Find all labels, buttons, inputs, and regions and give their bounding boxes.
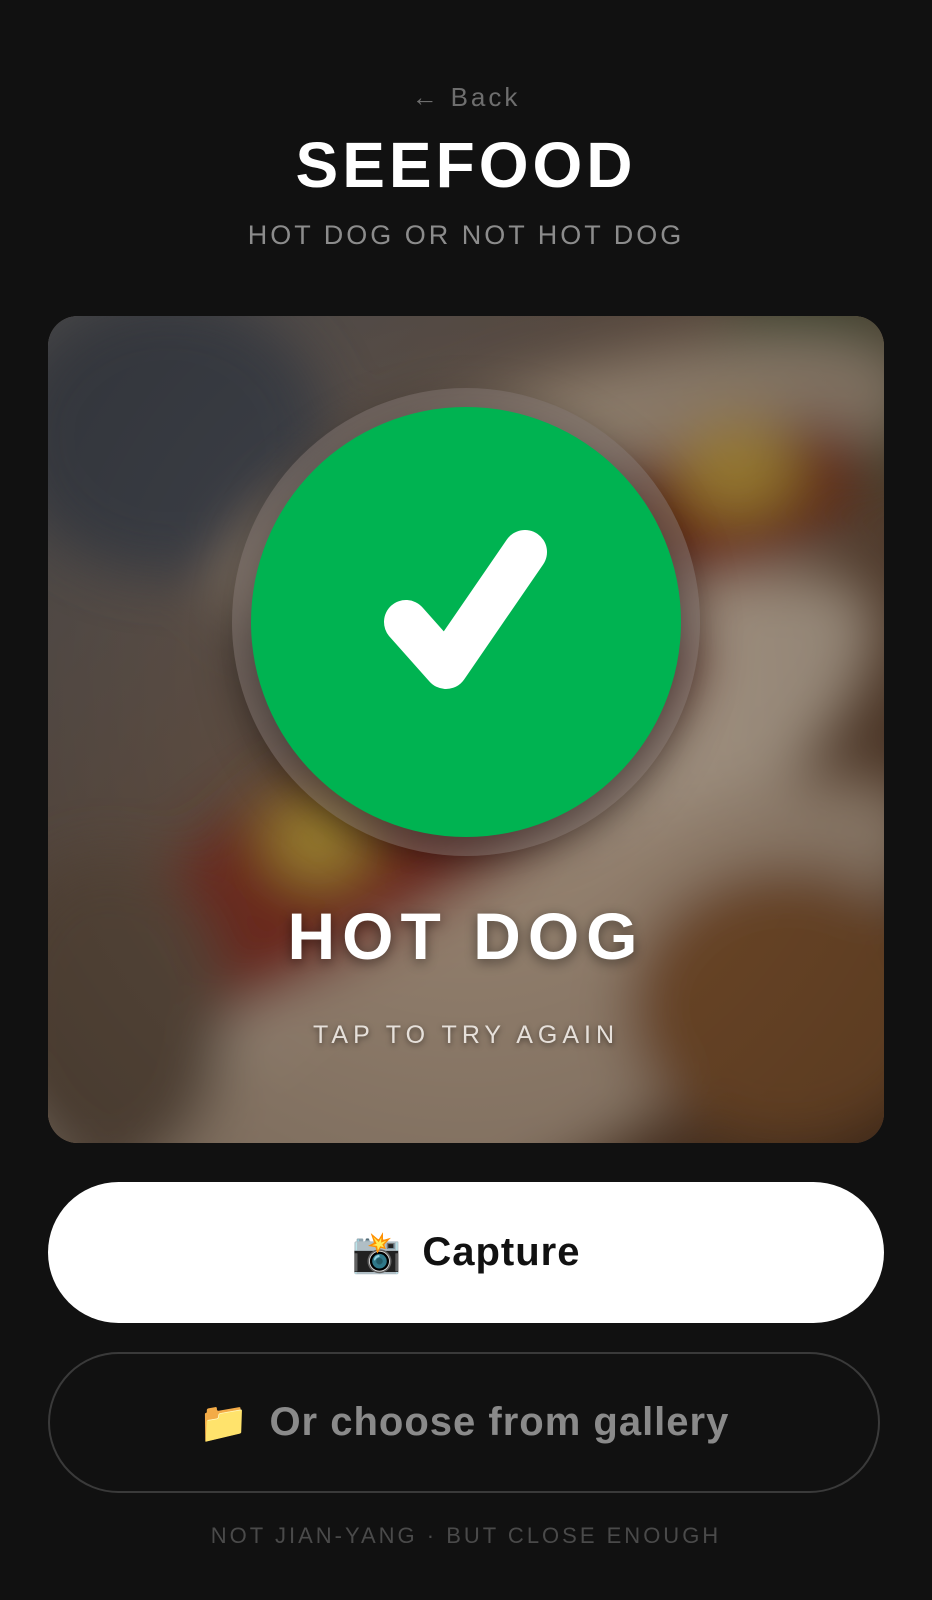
capture-button[interactable]: 📸 Capture: [48, 1182, 884, 1323]
gallery-label: Or choose from gallery: [269, 1400, 730, 1444]
back-label: Back: [450, 82, 521, 112]
result-badge: [251, 407, 681, 837]
app-subtitle: HOT DOG OR NOT HOT DOG: [247, 220, 685, 250]
gallery-button[interactable]: 📁 Or choose from gallery: [48, 1352, 880, 1493]
app-title: SEEFOOD: [295, 129, 637, 201]
verdict-label: HOT DOG: [287, 899, 645, 973]
back-arrow-icon: ←: [411, 82, 441, 112]
checkmark-icon: [384, 530, 547, 689]
back-link[interactable]: ← Back: [0, 82, 932, 113]
capture-label: Capture: [422, 1230, 581, 1274]
photo-result-card[interactable]: HOT DOG TAP TO TRY AGAIN: [48, 316, 884, 1143]
retry-hint: TAP TO TRY AGAIN: [312, 1021, 620, 1049]
camera-flash-icon: 📸: [351, 1230, 403, 1275]
footer-note: NOT JIAN-YANG · BUT CLOSE ENOUGH: [210, 1523, 722, 1548]
folder-icon: 📁: [198, 1400, 250, 1445]
